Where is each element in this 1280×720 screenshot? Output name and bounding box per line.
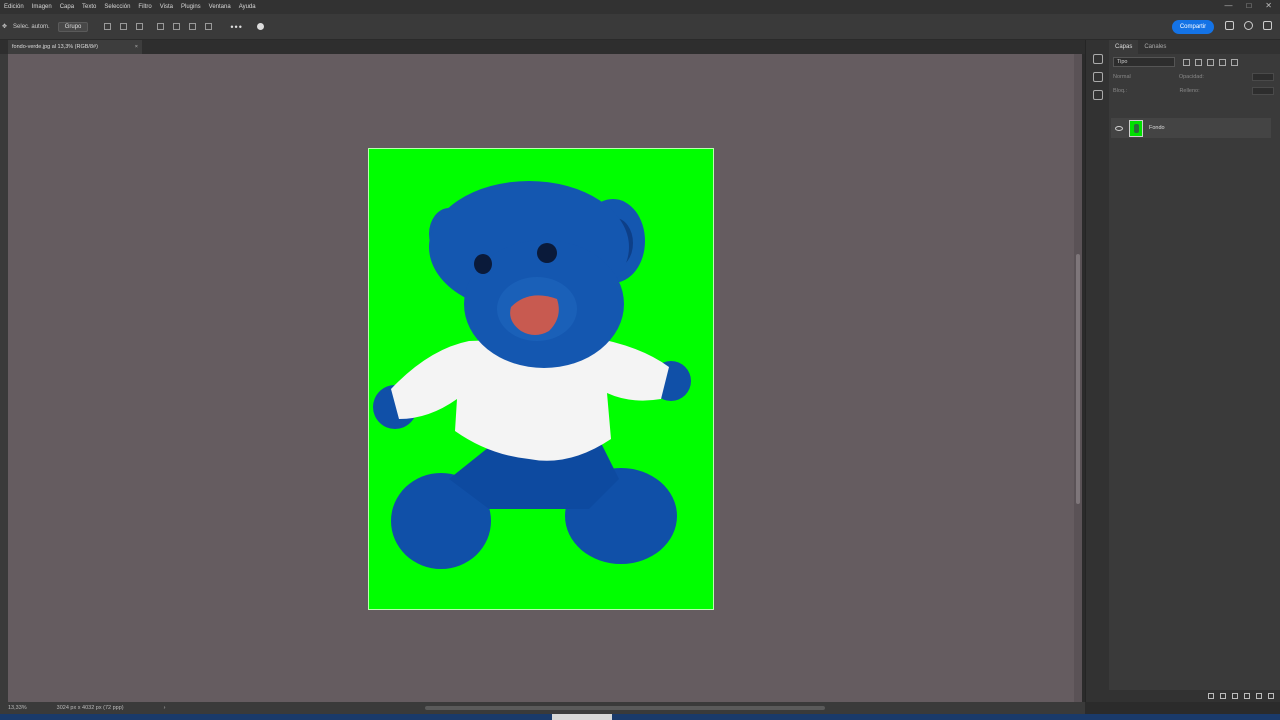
menu-text[interactable]: Texto — [78, 4, 100, 10]
filter-text-icon[interactable] — [1207, 58, 1214, 66]
align-center-icon[interactable] — [120, 23, 128, 30]
blend-row: Normal Opacidad: — [1109, 70, 1280, 84]
zoom-level[interactable]: 13,33% — [8, 705, 27, 711]
tab-channels[interactable]: Canales — [1138, 40, 1172, 54]
menu-image[interactable]: Imagen — [28, 4, 56, 10]
filter-adjust-icon[interactable] — [1195, 58, 1202, 66]
layer-filter-row: Tipo — [1109, 54, 1280, 70]
options-bar: ✥ Selec. autom. Grupo ••• Compartir — [0, 14, 1280, 40]
delete-layer-icon[interactable] — [1268, 693, 1274, 699]
scroll-thumb[interactable] — [1076, 254, 1080, 504]
auto-select-checkbox[interactable]: Selec. autom. — [13, 24, 50, 30]
menu-edit[interactable]: Edición — [0, 4, 28, 10]
workspace-icon[interactable] — [1263, 21, 1272, 30]
layer-row[interactable]: Fondo — [1111, 118, 1271, 138]
status-arrow-icon[interactable]: › — [164, 705, 166, 711]
new-layer-icon[interactable] — [1256, 693, 1262, 699]
menu-filter[interactable]: Filtro — [134, 4, 155, 10]
menu-plugins[interactable]: Plugins — [177, 4, 205, 10]
vertical-scrollbar[interactable] — [1074, 54, 1082, 702]
help-icon[interactable] — [1244, 21, 1253, 30]
lock-label: Bloq.: — [1113, 88, 1128, 94]
panel-tabs: Capas Canales — [1109, 40, 1280, 54]
blend-mode-select[interactable]: Normal — [1113, 74, 1131, 80]
document-tab-title: fondo-verde.jpg al 13,3% (RGB/8#) — [12, 44, 98, 50]
menu-bar: Edición Imagen Capa Texto Selección Filt… — [0, 0, 1280, 14]
menu-layer[interactable]: Capa — [56, 4, 78, 10]
status-bar: 13,33% 3024 px x 4032 px (72 ppp) › — [0, 702, 1085, 714]
search-icon[interactable] — [1225, 21, 1234, 30]
document-canvas[interactable] — [368, 148, 714, 610]
window-controls: — □ ✕ — [1224, 1, 1272, 10]
horizontal-scrollbar[interactable] — [425, 706, 825, 710]
panel-properties-icon[interactable] — [1092, 72, 1103, 82]
menu-view[interactable]: Vista — [156, 4, 177, 10]
opacity-label: Opacidad: — [1178, 74, 1204, 80]
close-tab-icon[interactable]: × — [135, 40, 138, 54]
panel-libraries-icon[interactable] — [1092, 90, 1103, 100]
align-bottom-icon[interactable] — [189, 23, 197, 30]
menu-window[interactable]: Ventana — [205, 4, 235, 10]
move-tool-icon[interactable]: ✥ — [2, 23, 7, 30]
menu-help[interactable]: Ayuda — [235, 4, 260, 10]
minimize-button[interactable]: — — [1224, 1, 1232, 10]
panel-bottom-bar — [1109, 690, 1280, 702]
document-tab[interactable]: fondo-verde.jpg al 13,3% (RGB/8#) × — [8, 40, 142, 54]
layer-name[interactable]: Fondo — [1149, 125, 1165, 131]
document-tab-bar: fondo-verde.jpg al 13,3% (RGB/8#) × — [0, 40, 1085, 54]
filter-smart-icon[interactable] — [1231, 58, 1238, 66]
align-middle-icon[interactable] — [173, 23, 181, 30]
panel-tool-column — [1085, 40, 1109, 702]
visibility-eye-icon[interactable] — [1115, 125, 1123, 131]
auto-select-dropdown[interactable]: Grupo — [57, 21, 89, 32]
fill-label: Relleno: — [1179, 88, 1200, 94]
share-button[interactable]: Compartir — [1172, 20, 1214, 34]
settings-icon[interactable] — [256, 23, 264, 30]
add-style-icon[interactable] — [1220, 693, 1226, 699]
document-size: 3024 px x 4032 px (72 ppp) — [56, 705, 124, 711]
add-mask-icon[interactable] — [1232, 693, 1238, 699]
layers-panel: Capas Canales Tipo Normal Opacidad: Bloq… — [1109, 40, 1280, 702]
align-top-icon[interactable] — [157, 23, 165, 30]
taskbar-active-app[interactable] — [552, 714, 612, 720]
filter-shape-icon[interactable] — [1219, 58, 1226, 66]
link-layers-icon[interactable] — [1208, 693, 1214, 699]
panel-adjust-icon[interactable] — [1092, 54, 1103, 64]
layer-filter-select[interactable]: Tipo — [1113, 57, 1175, 67]
lock-row: Bloq.: Relleno: — [1109, 84, 1280, 98]
layer-thumbnail — [1129, 119, 1143, 137]
new-group-icon[interactable] — [1244, 693, 1250, 699]
tab-layers[interactable]: Capas — [1109, 40, 1139, 54]
fill-input[interactable] — [1251, 87, 1274, 95]
filter-pixel-icon[interactable] — [1183, 58, 1190, 66]
tools-panel — [0, 54, 8, 702]
os-taskbar — [0, 714, 1280, 720]
more-options-icon[interactable]: ••• — [230, 22, 242, 32]
top-right-toolbar — [1225, 21, 1272, 30]
teddy-bear-image — [373, 181, 691, 569]
align-right-icon[interactable] — [136, 23, 144, 30]
maximize-button[interactable]: □ — [1246, 1, 1251, 10]
opacity-input[interactable] — [1252, 73, 1274, 81]
menu-select[interactable]: Selección — [100, 4, 134, 10]
align-left-icon[interactable] — [104, 23, 112, 30]
filter-icons — [1183, 58, 1238, 66]
close-window-button[interactable]: ✕ — [1265, 1, 1272, 10]
distribute-icon[interactable] — [205, 23, 213, 30]
